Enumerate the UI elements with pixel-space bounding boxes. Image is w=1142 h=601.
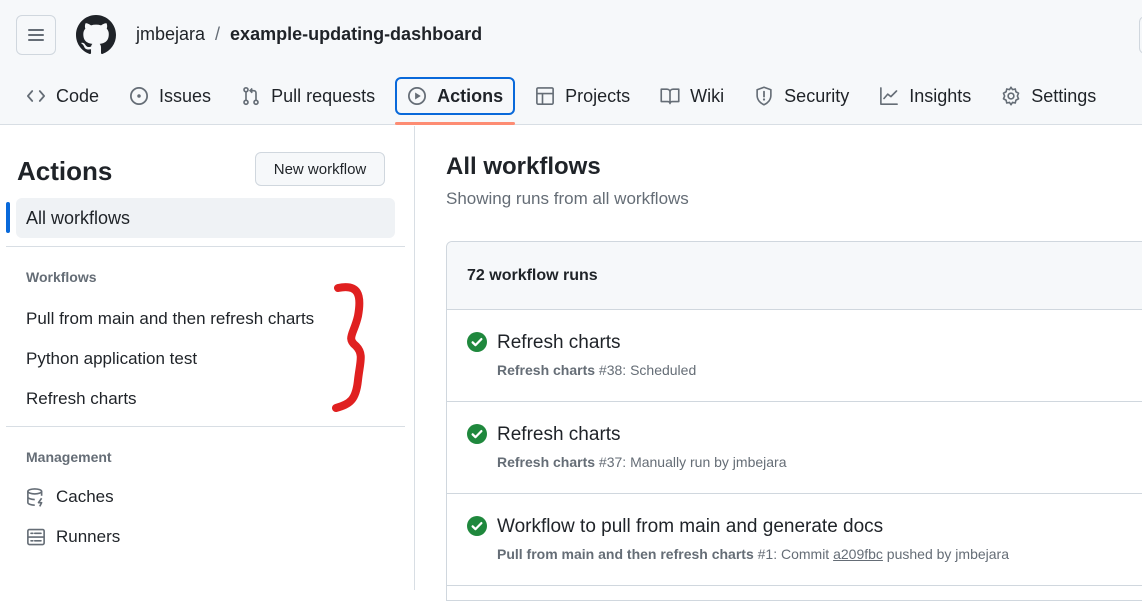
workflow-run-row[interactable]: Refresh charts Refresh charts #38: Sched… [447,310,1142,402]
workflows-heading: Workflows [26,269,97,285]
caches-label: Caches [56,487,114,506]
breadcrumb-separator: / [215,24,221,44]
runners-label: Runners [56,527,121,546]
tab-label: Code [56,85,100,106]
sidebar-item-workflow[interactable]: Python application test [26,349,197,369]
tab-label: Insights [909,85,972,106]
management-heading: Management [26,449,112,465]
commit-sha-link[interactable]: a209fbc [833,546,883,562]
sidebar-item-workflow[interactable]: Refresh charts [26,389,137,409]
run-title-link[interactable]: Refresh charts [497,424,621,446]
tab-actions[interactable]: Actions [395,77,516,125]
book-icon [660,88,680,105]
workflow-run-row[interactable]: Refresh charts Refresh charts #37: Manua… [447,402,1142,494]
divider [6,246,405,247]
check-circle-fill-icon [467,424,487,444]
run-meta: Refresh charts #37: Manually run by jmbe… [497,454,786,470]
tab-label: Settings [1031,85,1097,106]
server-icon [27,528,45,546]
menu-button[interactable] [16,15,56,55]
sidebar-item-all-workflows[interactable]: All workflows [16,198,395,238]
git-pull-request-icon [243,86,259,106]
tab-label: Pull requests [271,85,376,106]
run-title-link[interactable]: Refresh charts [497,332,621,354]
database-icon [27,488,43,507]
tab-issues[interactable]: Issues [119,77,221,115]
check-circle-fill-icon [467,332,487,352]
run-workflow-name: Pull from main and then refresh charts [497,546,754,562]
run-detail: #38: Scheduled [595,362,697,378]
tab-label: Issues [159,85,212,106]
run-title-link[interactable]: Workflow to pull from main and generate … [497,516,883,538]
repo-owner-link[interactable]: jmbejara [136,24,205,45]
run-meta: Pull from main and then refresh charts #… [497,546,1009,562]
active-indicator [6,202,10,233]
run-meta: Refresh charts #38: Scheduled [497,362,696,378]
play-icon [408,87,427,105]
tab-security[interactable]: Security [744,77,859,115]
run-workflow-name: Refresh charts [497,454,596,470]
tab-label: Security [784,85,850,106]
shield-icon [756,86,772,106]
runs-count: 72 workflow runs [447,242,1142,310]
github-logo-icon[interactable] [76,15,116,55]
tab-settings[interactable]: Settings [991,77,1106,115]
page-subtitle: Showing runs from all workflows [446,189,689,208]
check-circle-fill-icon [467,516,487,536]
workflow-run-row[interactable]: Workflow to pull from main and generate … [447,494,1142,586]
run-detail-prefix: #1: Commit [753,546,834,562]
run-detail-suffix: pushed by jmbejara [882,546,1009,562]
red-brace-annotation [332,283,365,412]
table-icon [536,87,555,105]
new-workflow-button[interactable]: New workflow [255,152,385,186]
code-icon [27,90,45,102]
sidebar-item-workflow[interactable]: Pull from main and then refresh charts [26,309,314,329]
run-workflow-name: Refresh charts [497,362,596,378]
breadcrumb: jmbejara / example-updating-dashboard [136,24,482,45]
run-detail: #37: Manually run by jmbejara [595,454,787,470]
sidebar-item-caches[interactable]: Caches [26,487,114,507]
graph-icon [880,87,899,105]
issue-opened-icon [130,87,149,105]
tab-wiki[interactable]: Wiki [650,77,734,115]
hamburger-icon [28,29,44,41]
repo-tabs: Code Issues Pull requests Actions Projec… [16,76,1116,125]
tab-pull-requests[interactable]: Pull requests [231,77,385,115]
tab-projects[interactable]: Projects [525,77,640,115]
sidebar-item-runners[interactable]: Runners [26,527,120,547]
repo-name-link[interactable]: example-updating-dashboard [230,24,482,45]
gear-icon [1002,86,1020,106]
tab-code[interactable]: Code [16,77,109,115]
repo-header: jmbejara / example-updating-dashboard Co… [0,0,1142,125]
sidebar-title: Actions [17,156,113,186]
tab-label: Actions [437,85,504,106]
tab-insights[interactable]: Insights [869,77,981,115]
tab-label: Wiki [690,85,725,106]
divider [6,426,405,427]
workflow-runs-list: 72 workflow runs Refresh charts Refresh … [446,241,1142,601]
page-title: All workflows [446,153,601,180]
tab-label: Projects [565,85,631,106]
